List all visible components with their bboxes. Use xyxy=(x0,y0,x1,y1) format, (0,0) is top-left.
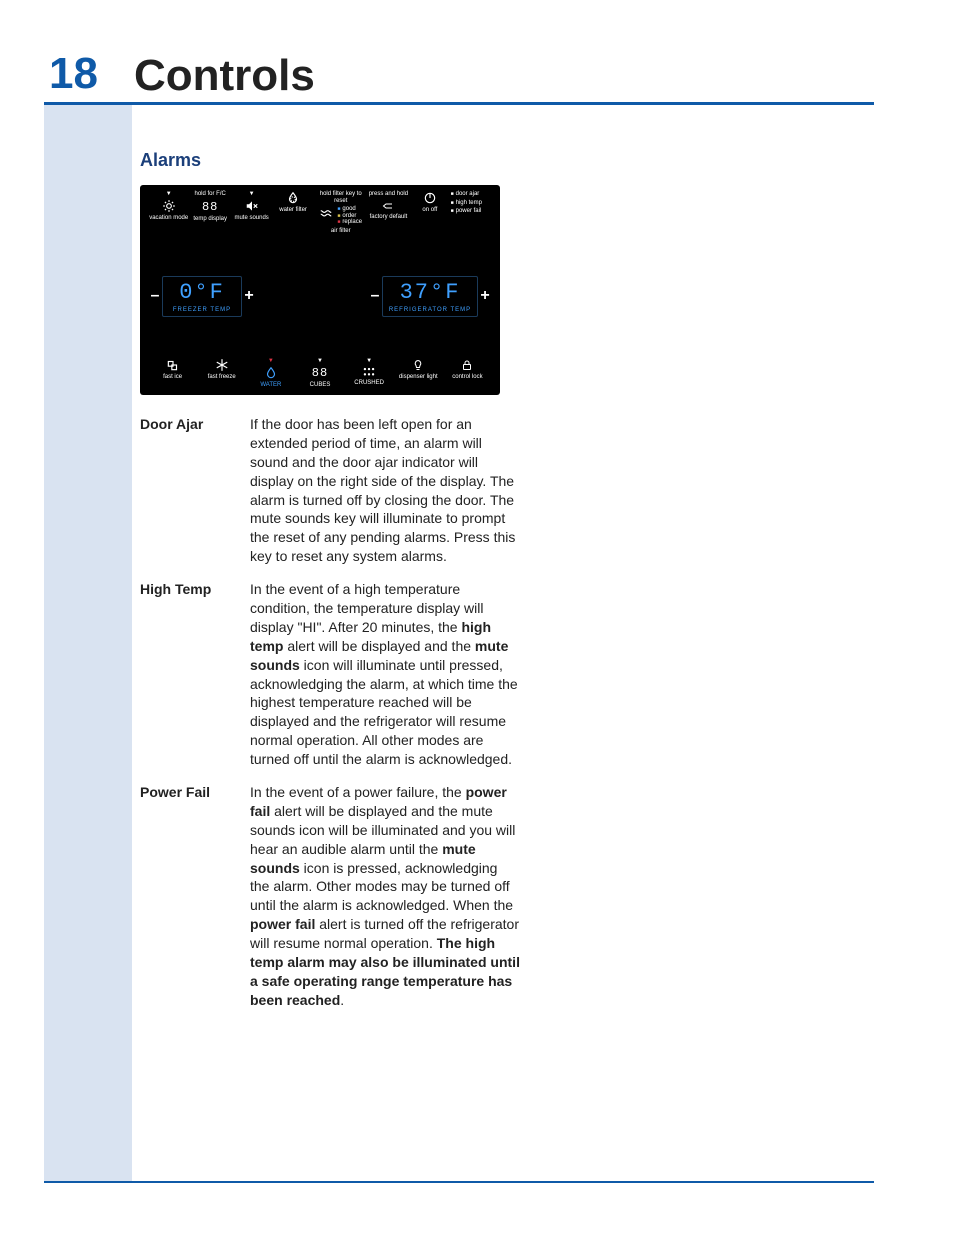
definition-row: Door AjarIf the door has been left open … xyxy=(140,415,520,566)
definition-row: Power FailIn the event of a power failur… xyxy=(140,783,520,1010)
definition-body: If the door has been left open for an ex… xyxy=(250,415,520,566)
indicator-door-ajar: door ajar xyxy=(456,191,480,197)
footer-rule xyxy=(44,1181,874,1183)
fast-freeze-label: fast freeze xyxy=(208,374,236,381)
dispenser-light-icon xyxy=(412,358,424,372)
definition-term: Power Fail xyxy=(140,783,250,1010)
air-filter-icon xyxy=(319,206,333,220)
caret-icon xyxy=(317,358,323,364)
temp-display-label: temp display xyxy=(193,216,227,223)
freezer-temp-label: FREEZER TEMP xyxy=(173,307,231,313)
caret-icon xyxy=(249,191,255,197)
freezer-minus: – xyxy=(151,287,160,305)
hold-filter-hint: hold filter key to reset xyxy=(314,191,368,204)
fast-freeze-icon xyxy=(215,358,229,372)
factory-default-label: factory default xyxy=(370,214,408,221)
caret-icon xyxy=(366,358,372,364)
water-icon xyxy=(264,366,278,380)
dispenser-light-label: dispenser light xyxy=(399,374,438,381)
filter-status-good: good xyxy=(342,206,355,212)
control-lock-icon xyxy=(461,358,473,372)
fridge-minus: – xyxy=(371,287,380,305)
filter-status-replace: replace xyxy=(342,219,362,225)
definition-row: High TempIn the event of a high temperat… xyxy=(140,580,520,769)
fridge-temp-label: REFRIGERATOR TEMP xyxy=(389,307,471,313)
freezer-plus: + xyxy=(244,287,253,305)
page-number: 18 xyxy=(44,52,104,96)
caret-icon: ▼ xyxy=(268,358,274,364)
fast-ice-label: fast ice xyxy=(163,374,182,381)
indicator-high-temp: high temp xyxy=(456,200,482,206)
press-hold-hint: press and hold xyxy=(369,191,408,198)
temp-display-seg: 88 xyxy=(202,200,218,214)
control-panel-image: vacation mode hold for F/C 88 temp displ… xyxy=(140,185,500,395)
control-lock-label: control lock xyxy=(452,374,482,381)
cubes-label: CUBES xyxy=(310,382,331,389)
indicator-power-fail: power fail xyxy=(456,208,482,214)
factory-default-icon xyxy=(381,200,395,212)
water-label: WATER xyxy=(260,382,281,389)
definition-term: Door Ajar xyxy=(140,415,250,566)
freezer-temp-value: 0°F xyxy=(179,280,225,305)
crushed-icon xyxy=(362,366,376,378)
on-off-label: on off xyxy=(422,207,437,214)
header-rule xyxy=(44,102,874,105)
definition-body: In the event of a high temperature condi… xyxy=(250,580,520,769)
sun-icon xyxy=(162,199,176,213)
hold-fc-hint: hold for F/C xyxy=(195,191,226,198)
power-icon xyxy=(423,191,437,205)
mute-sounds-label: mute sounds xyxy=(234,215,268,222)
page-title: Controls xyxy=(134,54,315,98)
definition-body: In the event of a power failure, the pow… xyxy=(250,783,520,1010)
mute-icon xyxy=(245,199,259,213)
water-filter-icon xyxy=(286,191,300,205)
left-margin-tint xyxy=(44,105,132,1181)
fast-ice-icon xyxy=(166,358,180,372)
fridge-temp-value: 37°F xyxy=(400,280,461,305)
vacation-mode-label: vacation mode xyxy=(149,215,188,222)
definition-term: High Temp xyxy=(140,580,250,769)
air-filter-label: air filter xyxy=(331,228,351,235)
definitions-list: Door AjarIf the door has been left open … xyxy=(140,415,520,1010)
section-heading: Alarms xyxy=(140,150,520,171)
fridge-plus: + xyxy=(480,287,489,305)
cubes-seg: 88 xyxy=(312,366,328,380)
filter-status-order: order xyxy=(342,213,356,219)
crushed-label: CRUSHED xyxy=(354,380,384,387)
caret-icon xyxy=(166,191,172,197)
water-filter-label: water filter xyxy=(279,207,307,214)
